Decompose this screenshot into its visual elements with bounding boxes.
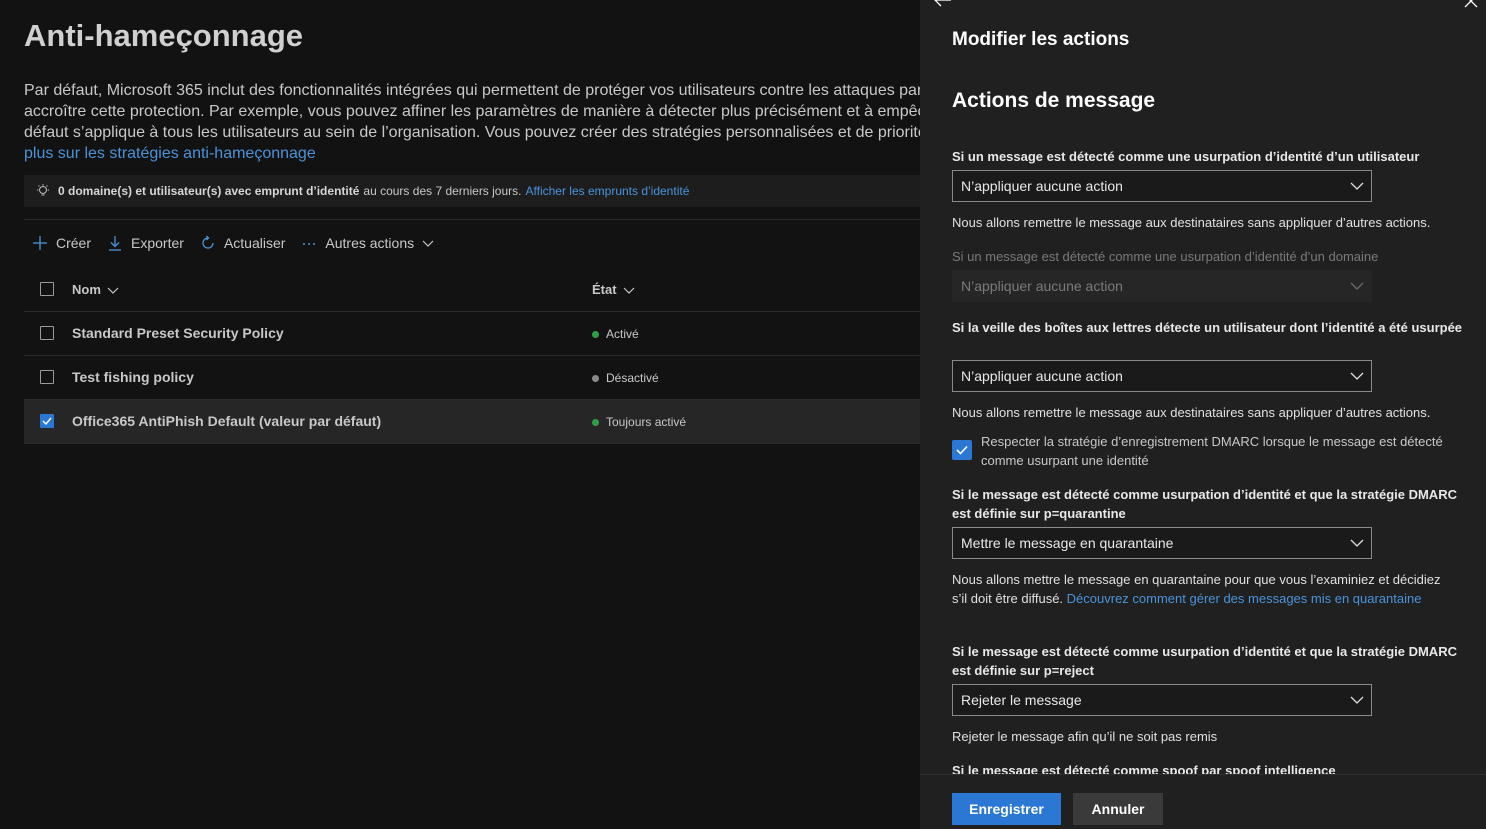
section-title: Actions de message	[952, 89, 1156, 112]
chevron-down-icon	[1350, 372, 1364, 380]
page-description: Par défaut, Microsoft 365 inclut des fon…	[24, 80, 920, 164]
reject-policy-label: Si le message est détecté comme usurpati…	[952, 644, 1457, 678]
dmarc-policy-checkbox-label: Respecter la stratégie d’enregistrement …	[981, 434, 1443, 468]
policy-state-label: Toujours activé	[606, 415, 687, 429]
learn-more-link[interactable]: plus sur les stratégies anti-hameçonnage	[24, 145, 316, 162]
chevron-down-icon	[623, 287, 634, 294]
quarantine-policy-dropdown[interactable]: Mettre le message en quarantaine	[952, 527, 1372, 559]
dropdown-value: Mettre le message en quarantaine	[961, 535, 1174, 551]
table-row[interactable]: Test fishing policy Désactivé	[24, 356, 920, 400]
policy-name[interactable]: Standard Preset Security Policy	[72, 325, 284, 341]
plus-icon	[33, 236, 47, 250]
policy-name[interactable]: Test fishing policy	[72, 369, 194, 385]
dropdown-value: N’appliquer aucune action	[961, 278, 1123, 294]
refresh-label: Actualiser	[223, 235, 286, 251]
chevron-down-icon	[1350, 182, 1364, 190]
refresh-icon	[202, 235, 214, 249]
export-button[interactable]: Exporter	[107, 235, 184, 251]
row-checkbox[interactable]	[40, 326, 54, 340]
table-row[interactable]: Office365 AntiPhish Default (valeur par …	[24, 400, 920, 444]
info-bar-text: au cours des 7 derniers jours.	[363, 184, 522, 198]
save-button[interactable]: Enregistrer	[952, 793, 1061, 825]
page-title: Anti-hameçonnage	[24, 18, 304, 53]
policy-state: Activé	[592, 327, 639, 341]
domain-impersonation-label: Si un message est détecté comme une usur…	[952, 249, 1379, 264]
reject-policy-dropdown[interactable]: Rejeter le message	[952, 684, 1372, 716]
checkmark-icon	[42, 417, 52, 426]
lightbulb-icon	[36, 184, 50, 198]
column-name-header[interactable]: Nom	[72, 282, 119, 297]
table-header: Nom État	[24, 268, 920, 312]
ellipsis-icon	[303, 243, 316, 245]
checkmark-icon	[956, 445, 968, 455]
quarantine-policy-label: Si le message est détecté comme usurpati…	[952, 487, 1457, 521]
user-impersonation-dropdown[interactable]: N’appliquer aucune action	[952, 170, 1372, 202]
download-icon	[109, 236, 122, 251]
panel-title: Modifier les actions	[952, 29, 1130, 50]
policy-state: Désactivé	[592, 371, 659, 385]
edit-actions-panel: Modifier les actions Actions de message …	[920, 0, 1486, 829]
chevron-down-icon	[1350, 696, 1364, 704]
chevron-down-icon	[1350, 282, 1364, 290]
chevron-down-icon	[422, 240, 434, 247]
impersonation-info-bar: 0 domaine(s) et utilisateur(s) avec empr…	[24, 175, 920, 207]
domain-impersonation-dropdown: N’appliquer aucune action	[952, 270, 1372, 302]
more-actions-label: Autres actions	[325, 235, 415, 251]
column-state-label: État	[592, 282, 617, 297]
mailbox-intelligence-note: Nous allons remettre le message aux dest…	[952, 405, 1431, 420]
dmarc-policy-checkbox[interactable]	[952, 440, 972, 460]
divider	[24, 219, 920, 220]
quarantine-learn-more-link[interactable]: Découvrez comment gérer des messages mis…	[1067, 591, 1422, 606]
select-all-checkbox[interactable]	[40, 282, 54, 296]
status-dot	[592, 418, 599, 426]
policy-name[interactable]: Office365 AntiPhish Default (valeur par …	[72, 413, 381, 429]
arrow-left-icon	[934, 0, 951, 7]
dropdown-value: N’appliquer aucune action	[961, 178, 1123, 194]
main-content: Anti-hameçonnage Par défaut, Microsoft 3…	[0, 0, 920, 829]
show-impersonations-link[interactable]: Afficher les emprunts d’identité	[526, 184, 690, 198]
dropdown-value: Rejeter le message	[961, 692, 1082, 708]
column-state-header[interactable]: État	[592, 282, 635, 297]
quarantine-policy-note: Nous allons mettre le message en quarant…	[952, 570, 1442, 608]
row-checkbox[interactable]	[40, 414, 54, 428]
policies-table: Nom État Standard Preset Security Policy…	[24, 268, 920, 444]
panel-footer: Enregistrer Annuler	[920, 774, 1486, 829]
more-actions-button[interactable]: Autres actions	[301, 235, 442, 251]
back-button[interactable]	[934, 0, 952, 12]
toolbar: Créer Exporter Actualiser Autres actions	[32, 232, 458, 254]
mailbox-intelligence-label: Si la veille des boîtes aux lettres déte…	[952, 320, 1463, 335]
refresh-button[interactable]: Actualiser	[200, 235, 285, 251]
description-line: défaut s’applique à tous les utilisateur…	[24, 124, 920, 141]
description-line: Par défaut, Microsoft 365 inclut des fon…	[24, 82, 920, 99]
row-checkbox[interactable]	[40, 370, 54, 384]
info-bar-count: 0 domaine(s) et utilisateur(s) avec empr…	[58, 184, 360, 198]
cancel-button[interactable]: Annuler	[1073, 793, 1163, 825]
policy-state: Toujours activé	[592, 415, 686, 429]
mailbox-intelligence-dropdown[interactable]: N’appliquer aucune action	[952, 360, 1372, 392]
policy-state-label: Activé	[606, 327, 639, 341]
user-impersonation-note: Nous allons remettre le message aux dest…	[952, 215, 1431, 230]
export-label: Exporter	[131, 235, 184, 251]
create-button[interactable]: Créer	[32, 235, 91, 251]
close-icon	[1464, 0, 1478, 8]
create-label: Créer	[56, 235, 92, 251]
user-impersonation-label: Si un message est détecté comme une usur…	[952, 149, 1420, 164]
chevron-down-icon	[107, 287, 119, 294]
chevron-down-icon	[1350, 539, 1364, 547]
status-dot	[592, 374, 599, 382]
status-dot	[592, 330, 599, 338]
table-row[interactable]: Standard Preset Security Policy Activé	[24, 312, 920, 356]
column-name-label: Nom	[72, 282, 101, 297]
policy-state-label: Désactivé	[606, 371, 659, 385]
reject-policy-note: Rejeter le message afin qu’il ne soit pa…	[952, 729, 1218, 744]
close-button[interactable]	[1464, 0, 1478, 13]
description-line: accroître cette protection. Par exemple,…	[24, 103, 920, 120]
dropdown-value: N’appliquer aucune action	[961, 368, 1123, 384]
